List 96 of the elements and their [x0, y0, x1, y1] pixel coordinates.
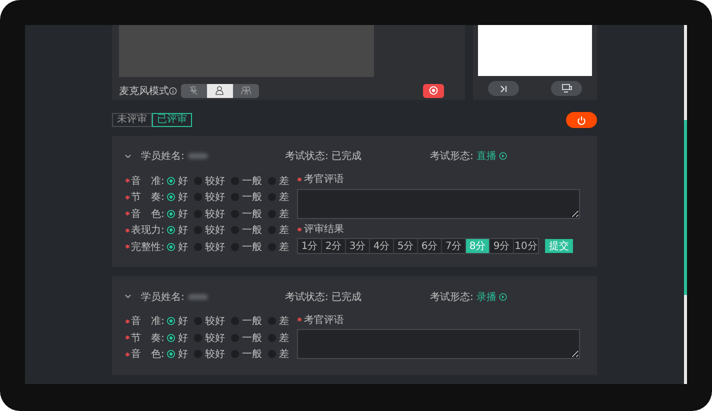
option-label: 差	[279, 240, 289, 254]
radio-button[interactable]	[167, 242, 175, 251]
option-label: 一般	[242, 348, 262, 362]
mic-mode-label: 麦克风模式	[119, 84, 169, 98]
option-label: 较好	[205, 348, 225, 362]
option-label: 较好	[205, 240, 225, 254]
required-icon	[297, 317, 302, 322]
score-option[interactable]: 6分	[418, 238, 442, 252]
option-label: 好	[178, 240, 188, 254]
screen-button[interactable]	[551, 81, 582, 96]
comment-label: 考官评语	[304, 172, 344, 186]
option-label: 差	[279, 191, 289, 204]
chevron-down-icon	[125, 294, 131, 299]
group-icon	[241, 86, 251, 95]
filter-tab[interactable]: 已评审	[152, 113, 192, 128]
option-label: 较好	[205, 174, 225, 188]
option-label: 较好	[205, 314, 225, 328]
option-label: 差	[279, 208, 289, 221]
radio-button[interactable]	[167, 193, 175, 202]
play-circle-icon	[499, 292, 508, 300]
score-option[interactable]: 10分	[514, 238, 538, 252]
option-label: 较好	[205, 332, 225, 345]
option-label: 较好	[205, 224, 225, 238]
exam-form-label: 考试形态:	[430, 150, 474, 163]
radio-button[interactable]	[167, 334, 175, 342]
option-label: 一般	[242, 174, 262, 188]
option-label: 一般	[242, 208, 262, 221]
scrollbar[interactable]	[684, 25, 687, 384]
option-label: 差	[279, 174, 289, 188]
option-label: 一般	[242, 315, 262, 328]
person-icon	[215, 86, 225, 95]
radio-button[interactable]	[167, 317, 175, 326]
skip-icon	[500, 84, 507, 92]
comment-field[interactable]	[297, 188, 580, 218]
criterion-label: 音 色:	[131, 348, 166, 362]
power-button[interactable]	[566, 112, 597, 128]
criterion-label: 完整性:	[131, 240, 166, 254]
exam-form-label: 考试形态:	[430, 290, 474, 304]
option-label: 一般	[242, 224, 262, 238]
option-label: 好	[178, 174, 188, 188]
required-icon	[297, 226, 302, 232]
mic-mode-button[interactable]	[207, 84, 233, 98]
option-label: 好	[178, 315, 188, 328]
comment-label: 考官评语	[304, 314, 344, 326]
required-icon	[297, 176, 302, 182]
option-label: 差	[279, 348, 289, 362]
score-option[interactable]: 1分	[298, 238, 322, 252]
option-label: 一般	[242, 240, 262, 254]
exam-status: 考试状态: 已完成	[285, 151, 362, 162]
exam-status: 考试状态: 已完成	[285, 292, 362, 302]
option-label: 好	[178, 208, 188, 221]
option-label: 差	[279, 332, 289, 345]
mic-off-icon	[189, 86, 199, 95]
radio-button[interactable]	[167, 350, 175, 358]
blurred-name	[188, 153, 208, 159]
filter-tab[interactable]: 未评审	[112, 113, 152, 128]
exam-form-link[interactable]: 直播	[476, 149, 496, 163]
scroll-thumb[interactable]	[684, 120, 687, 295]
comment-field[interactable]	[297, 329, 580, 359]
monitor-icon	[562, 84, 572, 93]
option-label: 一般	[242, 191, 262, 204]
name-label: 学员姓名:	[141, 290, 184, 304]
option-label: 差	[279, 224, 289, 238]
exam-form-link[interactable]: 录播	[476, 290, 496, 304]
criterion-label: 音 色:	[131, 208, 166, 221]
option-label: 较好	[205, 208, 225, 221]
chevron-down-icon	[125, 154, 131, 158]
score-option[interactable]: 2分	[322, 238, 346, 252]
radio-button[interactable]	[167, 176, 175, 185]
radio-button[interactable]	[167, 210, 175, 218]
option-label: 较好	[205, 190, 225, 204]
play-circle-icon	[499, 152, 508, 160]
option-label: 好	[178, 191, 188, 204]
result-label: 评审结果	[304, 222, 344, 236]
option-label: 好	[178, 348, 188, 362]
option-label: 好	[178, 224, 188, 238]
option-label: 差	[279, 315, 289, 328]
criterion-label: 节 奏:	[131, 332, 166, 345]
power-icon	[577, 116, 586, 125]
info-icon	[169, 86, 177, 94]
option-label: 好	[178, 332, 188, 345]
score-option[interactable]: 9分	[490, 238, 514, 252]
criterion-label: 音 准:	[131, 174, 166, 188]
option-label: 一般	[242, 332, 262, 345]
score-option[interactable]: 5分	[394, 238, 418, 252]
record-icon	[429, 86, 438, 95]
name-label: 学员姓名:	[141, 150, 184, 163]
score-option[interactable]: 4分	[370, 238, 394, 252]
criterion-label: 音 准:	[131, 314, 166, 328]
radio-button[interactable]	[167, 226, 175, 234]
score-option[interactable]: 3分	[346, 238, 370, 252]
blurred-name	[188, 294, 208, 300]
criterion-label: 节 奏:	[131, 190, 166, 204]
criterion-label: 表现力:	[131, 224, 166, 238]
record-button[interactable]	[423, 84, 444, 98]
skip-button[interactable]	[488, 81, 519, 96]
